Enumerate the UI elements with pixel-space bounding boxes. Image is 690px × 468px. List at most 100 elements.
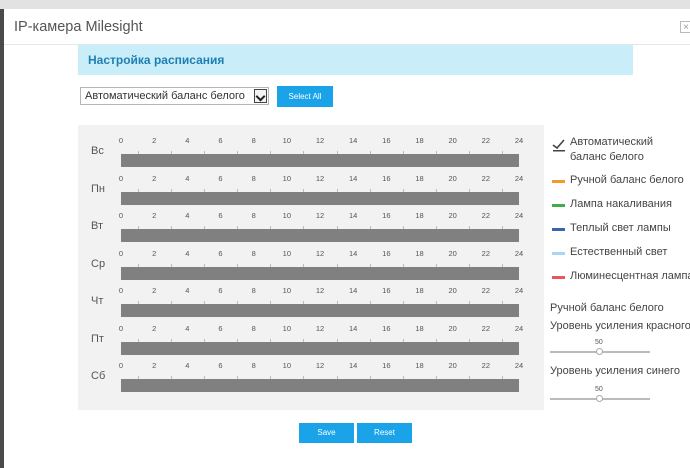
hour-tick-label: 16: [382, 248, 391, 258]
hour-tick-label: 8: [251, 136, 256, 145]
section-header: Настройка расписания: [78, 45, 633, 75]
hour-tick-label: 18: [415, 248, 424, 258]
hour-tick-label: 22: [481, 323, 490, 333]
hour-tick-label: 14: [348, 323, 358, 333]
hour-tick-label: 6: [218, 211, 223, 220]
checkmark-icon: [552, 138, 566, 152]
schedule-bar[interactable]: [121, 154, 519, 167]
hour-tick-label: 14: [348, 136, 358, 145]
hour-tick-label: 6: [218, 173, 223, 183]
hour-tick-label: 12: [315, 173, 325, 183]
hour-tick-label: 10: [282, 286, 291, 295]
hour-tick-label: 16: [382, 136, 391, 145]
hour-tick-label: 20: [448, 136, 457, 145]
day-row[interactable]: Вс 0 2 4 6 8 10 12 14 16 18 20 22 24: [78, 136, 544, 173]
chevron-down-icon[interactable]: [254, 89, 267, 103]
hour-tick-label: 2: [152, 323, 157, 333]
day-row[interactable]: Вт 0 2 4 6 8 10 12 14 16 18 20 22 24: [78, 211, 544, 248]
day-label: Сб: [91, 370, 106, 382]
hour-tick-label: 4: [185, 211, 190, 220]
select-value: Автоматический баланс белого: [85, 90, 245, 102]
hour-tick-label: 12: [315, 248, 325, 258]
day-row[interactable]: Пн 0 2 4 6 8 10 12 14 16 18 20 22 24: [78, 174, 544, 211]
hour-tick-label: 4: [185, 136, 190, 145]
hour-tick-label: 4: [185, 286, 190, 295]
blue-gain-slider-handle[interactable]: [596, 395, 603, 402]
hour-tick-label: 14: [348, 173, 358, 183]
red-gain-value: 50: [595, 339, 603, 346]
hour-tick-label: 24: [514, 211, 524, 220]
hour-tick-label: 4: [185, 248, 190, 258]
hour-tick-label: 4: [185, 173, 190, 183]
close-icon[interactable]: ×: [680, 21, 690, 33]
day-row[interactable]: Ср 0 2 4 6 8 10 12 14 16 18 20 22 24: [78, 249, 544, 286]
hour-tick-label: 20: [448, 173, 457, 183]
hour-tick-label: 18: [415, 211, 424, 220]
hour-tick-label: 14: [348, 286, 358, 295]
hour-tick-label: 8: [251, 323, 256, 333]
legend-label: Теплый свет лампы: [570, 222, 671, 234]
hour-tick-label: 20: [448, 211, 457, 220]
hour-tick-label: 22: [481, 173, 490, 183]
schedule-bar[interactable]: [121, 229, 519, 242]
hour-tick-label: 0: [118, 323, 124, 333]
legend-label: Лампа накаливания: [570, 198, 672, 210]
hour-tick-label: 24: [514, 286, 524, 295]
hour-tick-label: 14: [348, 361, 358, 370]
hour-tick-label: 8: [251, 286, 256, 295]
day-label: Вт: [91, 220, 104, 232]
hour-tick-label: 18: [415, 136, 424, 145]
reset-button[interactable]: Reset: [357, 423, 412, 443]
red-gain-slider-handle[interactable]: [596, 348, 603, 355]
legend-label: Люминесцентная лампа: [570, 270, 690, 282]
legend-label: Естественный свет: [570, 246, 668, 258]
hour-tick-label: 12: [315, 211, 325, 220]
hour-tick-label: 14: [348, 211, 358, 220]
hour-tick-label: 24: [514, 173, 524, 183]
hour-tick-label: 22: [481, 211, 490, 220]
schedule-bar[interactable]: [121, 379, 519, 392]
hour-tick-label: 0: [118, 248, 124, 258]
save-button[interactable]: Save: [299, 423, 354, 443]
select-all-button[interactable]: Select All: [277, 86, 333, 107]
hour-tick-label: 16: [382, 323, 391, 333]
schedule-bar[interactable]: [121, 304, 519, 317]
hour-tick-label: 18: [415, 361, 424, 370]
legend-label: Автоматический: [570, 136, 654, 148]
day-label: Пт: [91, 332, 104, 345]
hour-tick-label: 16: [382, 211, 391, 220]
day-label: Ср: [91, 257, 106, 270]
top-border: [0, 0, 690, 9]
legend-swatch: [552, 228, 565, 231]
hour-tick-label: 2: [152, 361, 157, 370]
legend-swatch: [552, 276, 565, 279]
schedule-bar[interactable]: [121, 266, 519, 280]
day-row[interactable]: Пт 0 2 4 6 8 10 12 14 16 18 20 22 24: [78, 324, 544, 361]
hour-tick-label: 24: [514, 248, 524, 258]
hour-tick-label: 0: [118, 136, 124, 145]
schedule-bar[interactable]: [121, 341, 519, 355]
hour-tick-label: 8: [251, 361, 256, 370]
hour-tick-label: 6: [218, 248, 223, 258]
day-label: Пн: [91, 182, 105, 195]
legend-swatch: [552, 180, 565, 183]
hour-tick-label: 12: [315, 361, 325, 370]
hour-tick-label: 20: [448, 323, 457, 333]
section-title: Настройка расписания: [88, 53, 225, 67]
white-balance-mode-select[interactable]: Автоматический баланс белого: [80, 87, 269, 105]
hour-tick-label: 2: [152, 173, 157, 183]
hour-tick-label: 22: [481, 286, 490, 295]
hour-tick-label: 10: [282, 136, 291, 145]
day-row[interactable]: Чт 0 2 4 6 8 10 12 14 16 18 20 22 24: [78, 286, 544, 323]
hour-tick-label: 6: [218, 323, 223, 333]
hour-tick-label: 16: [382, 286, 391, 295]
hour-tick-label: 0: [118, 173, 124, 183]
legend-swatch: [552, 204, 565, 207]
hour-tick-label: 10: [282, 173, 291, 183]
hour-tick-label: 8: [251, 248, 256, 258]
schedule-bar[interactable]: [121, 191, 519, 205]
manual-wb-title: Ручной баланс белого: [550, 302, 664, 314]
schedule-grid[interactable]: Вс 0 2 4 6 8 10 12 14 16 18 20 22 24 Пн 0 2 4 6 8 10 12 14 16 18…: [78, 125, 544, 410]
day-row[interactable]: Сб 0 2 4 6 8 10 12 14 16 18 20 22 24: [78, 361, 544, 398]
hour-tick-label: 24: [514, 136, 524, 145]
